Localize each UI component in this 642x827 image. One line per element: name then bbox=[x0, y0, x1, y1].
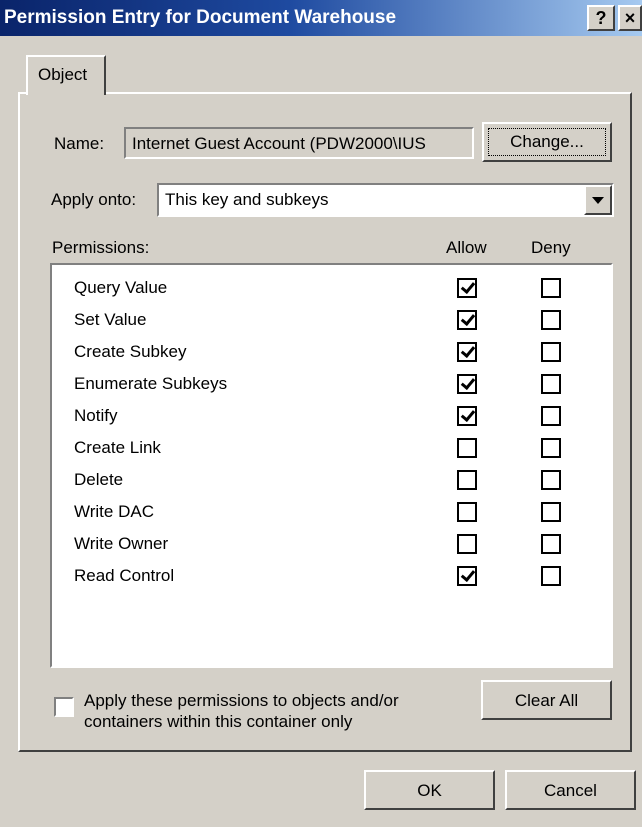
permission-row: Write DAC bbox=[52, 497, 611, 529]
permission-row: Query Value bbox=[52, 273, 611, 305]
apply-onto-select[interactable]: This key and subkeys bbox=[157, 183, 614, 217]
deny-header: Deny bbox=[531, 238, 571, 257]
permissions-label: Permissions: bbox=[52, 238, 150, 257]
allow-checkbox[interactable] bbox=[457, 374, 477, 394]
permission-row: Set Value bbox=[52, 305, 611, 337]
deny-checkbox[interactable] bbox=[541, 342, 561, 362]
clear-all-button[interactable]: Clear All bbox=[481, 680, 612, 720]
deny-checkbox[interactable] bbox=[541, 534, 561, 554]
window-title: Permission Entry for Document Warehouse bbox=[4, 7, 397, 28]
permission-name: Notify bbox=[74, 406, 118, 425]
allow-header: Allow bbox=[446, 238, 487, 257]
permission-name: Create Link bbox=[74, 438, 161, 457]
permission-name: Set Value bbox=[74, 310, 147, 329]
allow-checkbox[interactable] bbox=[457, 566, 477, 586]
deny-checkbox[interactable] bbox=[541, 310, 561, 330]
permission-row: Create Link bbox=[52, 433, 611, 465]
permission-entry-dialog: Permission Entry for Document Warehouse … bbox=[0, 0, 642, 827]
permission-name: Write DAC bbox=[74, 502, 154, 521]
apply-onto-value: This key and subkeys bbox=[165, 190, 329, 209]
tab-object[interactable]: Object bbox=[26, 55, 106, 95]
deny-checkbox[interactable] bbox=[541, 374, 561, 394]
permission-name: Enumerate Subkeys bbox=[74, 374, 228, 393]
deny-checkbox[interactable] bbox=[541, 470, 561, 490]
apply-onto-label: Apply onto: bbox=[51, 190, 137, 209]
permission-name: Query Value bbox=[74, 278, 168, 297]
allow-checkbox[interactable] bbox=[457, 342, 477, 362]
title-bar: Permission Entry for Document Warehouse … bbox=[0, 0, 642, 36]
ok-button[interactable]: OK bbox=[364, 770, 495, 810]
apply-within-checkbox[interactable] bbox=[54, 697, 74, 717]
help-button[interactable]: ? bbox=[587, 5, 615, 31]
allow-checkbox[interactable] bbox=[457, 502, 477, 522]
permission-row: Create Subkey bbox=[52, 337, 611, 369]
focus-rect bbox=[488, 128, 606, 156]
permission-row: Notify bbox=[52, 401, 611, 433]
cancel-button[interactable]: Cancel bbox=[505, 770, 636, 810]
apply-within-line2: containers within this container only bbox=[84, 712, 353, 731]
change-button[interactable]: Change... bbox=[482, 122, 612, 162]
deny-checkbox[interactable] bbox=[541, 502, 561, 522]
permission-name: Delete bbox=[74, 470, 124, 489]
allow-checkbox[interactable] bbox=[457, 406, 477, 426]
permission-name: Create Subkey bbox=[74, 342, 187, 361]
deny-checkbox[interactable] bbox=[541, 438, 561, 458]
allow-checkbox[interactable] bbox=[457, 534, 477, 554]
permission-row: Delete bbox=[52, 465, 611, 497]
name-label: Name: bbox=[54, 134, 105, 153]
permission-row: Enumerate Subkeys bbox=[52, 369, 611, 401]
close-button[interactable]: × bbox=[618, 5, 642, 31]
deny-checkbox[interactable] bbox=[541, 278, 561, 298]
permission-row: Write Owner bbox=[52, 529, 611, 561]
allow-checkbox[interactable] bbox=[457, 438, 477, 458]
deny-checkbox[interactable] bbox=[541, 566, 561, 586]
permissions-list: Query Value Set Value Create Subkey Enumera… bbox=[50, 263, 613, 668]
allow-checkbox[interactable] bbox=[457, 278, 477, 298]
allow-checkbox[interactable] bbox=[457, 470, 477, 490]
deny-checkbox[interactable] bbox=[541, 406, 561, 426]
name-field: Internet Guest Account (PDW2000\IUS bbox=[124, 127, 474, 159]
apply-within-line1: Apply these permissions to objects and/o… bbox=[84, 691, 399, 710]
chevron-down-icon[interactable] bbox=[584, 185, 612, 215]
permission-name: Read Control bbox=[74, 566, 175, 585]
allow-checkbox[interactable] bbox=[457, 310, 477, 330]
apply-within-label: Apply these permissions to objects and/o… bbox=[84, 690, 399, 732]
permission-name: Write Owner bbox=[74, 534, 169, 553]
permission-row: Read Control bbox=[52, 561, 611, 593]
